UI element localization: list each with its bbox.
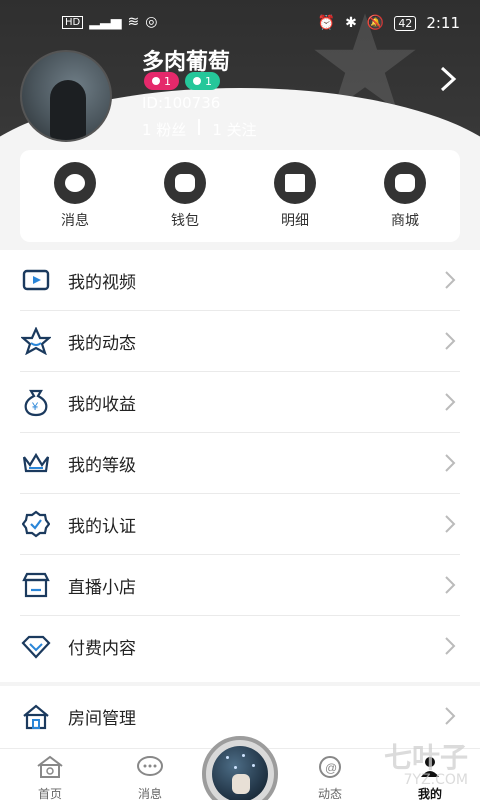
- menu-item-live-shop[interactable]: 直播小店: [20, 555, 460, 616]
- tab-label: 首页: [37, 787, 62, 800]
- menu-label: 我的动态: [68, 333, 136, 354]
- follow-stats: 1 粉丝 1 关注: [142, 119, 257, 140]
- quick-action-label: 消息: [61, 213, 89, 229]
- live-cover-image: [212, 746, 268, 800]
- money-bag-icon: ¥: [20, 386, 52, 418]
- profile-header: HD ▂▃▅ ≋ ◎ ⏰ ✱ 🔕 42 2:11 多肉葡萄 1 1 ID:100…: [0, 0, 480, 168]
- user-id: ID:100736: [142, 94, 221, 112]
- avatar[interactable]: [20, 50, 112, 142]
- tab-home[interactable]: 首页: [20, 755, 80, 800]
- quick-actions: 消息 钱包 明细 商城: [20, 150, 460, 242]
- list-icon: [274, 162, 316, 204]
- chevron-right-icon: [445, 332, 456, 350]
- quick-action-label: 钱包: [171, 213, 199, 229]
- quick-action-label: 明细: [281, 213, 309, 229]
- wifi-icon: ≋: [127, 14, 140, 30]
- status-bar: HD ▂▃▅ ≋ ◎ ⏰ ✱ 🔕 42 2:11: [0, 0, 480, 44]
- mute-icon: 🔕: [366, 15, 385, 31]
- shop-icon: [20, 569, 52, 601]
- quick-details[interactable]: 明细: [255, 162, 335, 230]
- mic-level-badge: 1: [144, 72, 179, 90]
- store-icon: [384, 162, 426, 204]
- badge-value: 1: [205, 74, 212, 88]
- chevron-right-icon: [445, 393, 456, 411]
- battery-icon: 42: [394, 15, 417, 31]
- chevron-right-icon: [445, 515, 456, 533]
- verified-icon: [20, 508, 52, 540]
- hd-icon: HD: [62, 15, 84, 29]
- fans-count[interactable]: 1 粉丝: [142, 119, 186, 140]
- menu-label: 我的收益: [68, 394, 136, 415]
- signal-icon: ▂▃▅: [89, 14, 122, 30]
- menu-item-level[interactable]: 我的等级: [20, 433, 460, 494]
- tab-label: 动态: [317, 787, 342, 800]
- menu-list: 我的视频 我的动态 ¥ 我的收益 我的等级 我的认证 直播小店 付费内容: [0, 250, 480, 682]
- menu-label: 我的视频: [68, 272, 136, 293]
- following-count[interactable]: 1 关注: [212, 119, 256, 140]
- svg-text:@: @: [325, 761, 337, 775]
- alarm-icon: ⏰: [317, 15, 336, 31]
- watermark-text: 七叶子: [383, 741, 468, 774]
- tab-moments[interactable]: @ 动态: [300, 755, 360, 800]
- menu-label: 我的等级: [68, 455, 136, 476]
- chevron-right-icon: [445, 637, 456, 655]
- menu-item-videos[interactable]: 我的视频: [20, 250, 460, 311]
- star-icon: [20, 325, 52, 357]
- home-icon: [20, 701, 52, 733]
- watermark-subtext: 7YZ.COM: [403, 772, 468, 788]
- chevron-right-icon: [445, 707, 456, 725]
- divider: [198, 119, 201, 135]
- moon-level-badge: 1: [185, 72, 220, 90]
- menu-item-verification[interactable]: 我的认证: [20, 494, 460, 555]
- menu-label: 房间管理: [68, 709, 136, 729]
- crown-icon: [20, 447, 52, 479]
- moon-icon: [193, 77, 201, 85]
- dynamic-icon: @: [319, 756, 341, 778]
- svg-text:¥: ¥: [31, 401, 39, 413]
- chevron-right-icon: [445, 576, 456, 594]
- chat-bubble-icon: [54, 162, 96, 204]
- tab-messages[interactable]: 消息: [120, 755, 180, 800]
- clock: 2:11: [426, 14, 460, 32]
- menu-item-paid-content[interactable]: 付费内容: [20, 616, 460, 677]
- watermark: 七叶子 7YZ.COM: [384, 736, 468, 788]
- menu-label: 直播小店: [68, 577, 136, 598]
- badge-value: 1: [164, 74, 171, 88]
- menu-item-earnings[interactable]: ¥ 我的收益: [20, 372, 460, 433]
- quick-wallet[interactable]: 钱包: [145, 162, 225, 230]
- wallet-icon: [164, 162, 206, 204]
- mic-icon: [152, 77, 160, 85]
- home-icon: [37, 755, 63, 778]
- menu-label: 付费内容: [68, 639, 136, 659]
- menu-label: 我的认证: [68, 516, 136, 537]
- diamond-icon: [20, 631, 52, 663]
- sync-icon: ◎: [145, 14, 158, 30]
- quick-action-label: 商城: [391, 213, 419, 229]
- message-icon: [137, 756, 163, 776]
- chevron-right-icon: [445, 454, 456, 472]
- tab-label: 消息: [137, 787, 162, 800]
- user-badges: 1 1: [144, 72, 220, 90]
- video-icon: [20, 264, 52, 296]
- chevron-right-icon[interactable]: [438, 64, 458, 94]
- menu-item-moments[interactable]: 我的动态: [20, 311, 460, 372]
- quick-store[interactable]: 商城: [365, 162, 445, 230]
- bluetooth-icon: ✱: [345, 15, 357, 31]
- chevron-right-icon: [445, 271, 456, 289]
- quick-messages[interactable]: 消息: [35, 162, 115, 230]
